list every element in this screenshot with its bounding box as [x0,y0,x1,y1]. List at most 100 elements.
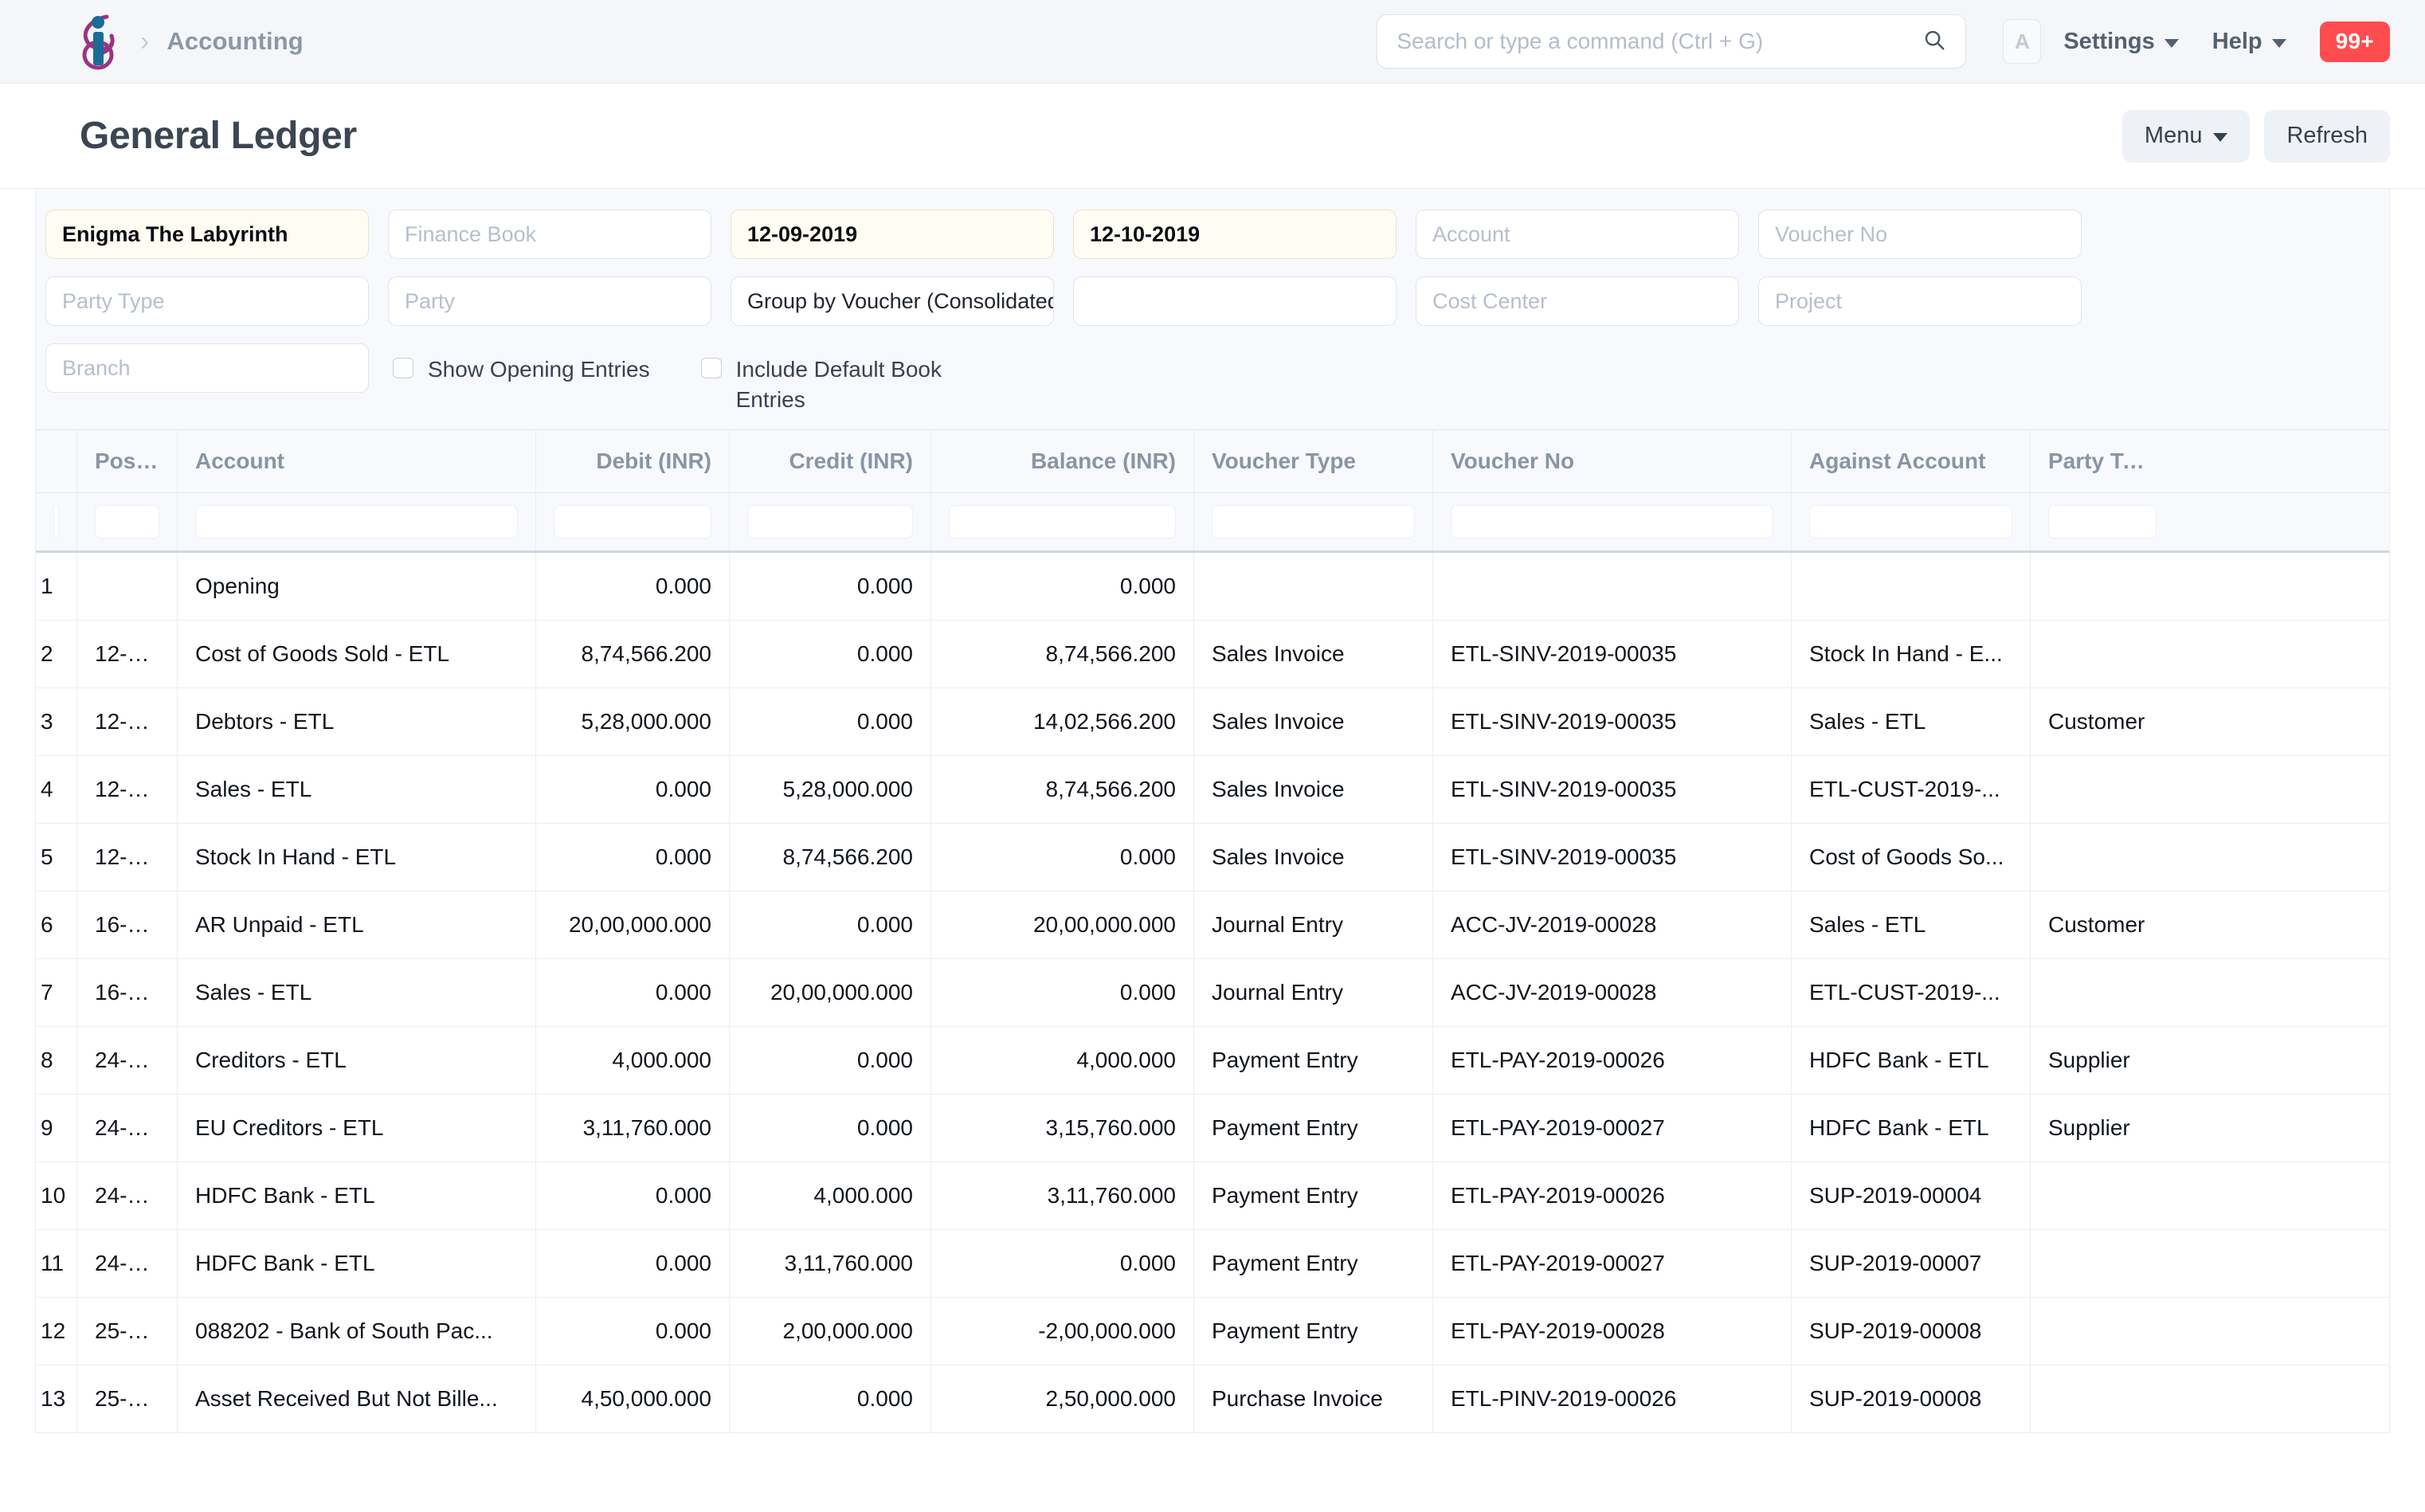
avatar[interactable]: A [2003,19,2041,64]
menu-button[interactable]: Menu [2122,110,2251,163]
filter-from-date[interactable]: 12-09-2019 [731,210,1054,259]
table-row[interactable]: 1024-09-2019HDFC Bank - ETL0.0004,000.00… [36,1162,2389,1230]
column-filter-voucher-no[interactable] [1433,493,1792,550]
column-header-balance[interactable]: Balance (INR) [931,430,1194,492]
cell-voucher-no[interactable]: ACC-JV-2019-00028 [1433,959,1792,1026]
cell-voucher-type: Sales Invoice [1194,688,1433,755]
column-header-posting-date[interactable]: Posting D... [77,430,178,492]
table-row[interactable]: 1Opening0.0000.0000.000 [36,553,2389,621]
column-filter-index[interactable] [36,493,77,550]
cell-account[interactable]: Opening [178,553,536,620]
filter-project[interactable]: Project [1758,276,2082,326]
column-header-index[interactable] [36,430,77,492]
cell-voucher-no[interactable]: ETL-PAY-2019-00026 [1433,1027,1792,1094]
cell-voucher-no[interactable]: ETL-SINV-2019-00035 [1433,824,1792,891]
filter-party[interactable]: Party [388,276,711,326]
filter-box[interactable] [747,505,913,539]
filter-box[interactable] [95,505,159,539]
cell-voucher-no[interactable]: ETL-PAY-2019-00027 [1433,1230,1792,1297]
settings-menu[interactable]: Settings [2063,29,2178,55]
cell-account[interactable]: Sales - ETL [178,959,536,1026]
cell-account[interactable]: Sales - ETL [178,756,536,823]
table-row[interactable]: 616-09-2019AR Unpaid - ETL20,00,000.0000… [36,891,2389,959]
cell-account[interactable]: HDFC Bank - ETL [178,1230,536,1297]
cell-account[interactable]: 088202 - Bank of South Pac... [178,1298,536,1365]
filter-company[interactable]: Enigma The Labyrinth [45,210,369,259]
column-filter-party-type[interactable] [2031,493,2174,550]
filter-group-by[interactable]: Group by Voucher (Consolidated) [731,276,1054,326]
app-logo-icon[interactable] [76,12,119,71]
filter-box[interactable] [53,505,59,539]
cell-voucher-no[interactable]: ETL-PAY-2019-00027 [1433,1095,1792,1161]
table-row[interactable]: 924-09-2019EU Creditors - ETL3,11,760.00… [36,1095,2389,1162]
table-row[interactable]: 1325-09-2019Asset Received But Not Bille… [36,1365,2389,1433]
cell-text: ETL-SINV-2019-00035 [1451,641,1773,667]
checkbox-include-default-book-entries[interactable]: Include Default Book Entries [701,343,999,415]
column-filter-voucher-type[interactable] [1194,493,1433,550]
checkbox-show-opening-entries[interactable]: Show Opening Entries [393,343,650,385]
cell-voucher-no[interactable]: ACC-JV-2019-00028 [1433,891,1792,958]
checkbox-icon[interactable] [393,358,413,378]
table-row[interactable]: 1124-09-2019HDFC Bank - ETL0.0003,11,760… [36,1230,2389,1298]
table-row[interactable]: 1225-09-2019088202 - Bank of South Pac..… [36,1298,2389,1365]
filter-cost-center[interactable]: Cost Center [1416,276,1739,326]
filter-box[interactable] [554,505,711,539]
cell-voucher-no[interactable]: ETL-SINV-2019-00035 [1433,688,1792,755]
cell-voucher-no[interactable] [1433,553,1792,620]
cell-account[interactable]: Cost of Goods Sold - ETL [178,621,536,687]
filter-box[interactable] [1451,505,1773,539]
cell-voucher-no[interactable]: ETL-SINV-2019-00035 [1433,756,1792,823]
settings-label: Settings [2063,29,2154,55]
refresh-button[interactable]: Refresh [2264,110,2390,163]
table-row[interactable]: 312-09-2019Debtors - ETL5,28,000.0000.00… [36,688,2389,756]
filter-box[interactable] [949,505,1176,539]
cell-account[interactable]: Debtors - ETL [178,688,536,755]
column-filter-account[interactable] [178,493,536,550]
breadcrumb-accounting[interactable]: Accounting [166,27,304,56]
checkbox-icon[interactable] [701,358,722,378]
filter-party-type[interactable]: Party Type [45,276,369,326]
cell-voucher-no[interactable]: ETL-PAY-2019-00028 [1433,1298,1792,1365]
filter-blank[interactable] [1073,276,1397,326]
filter-to-date[interactable]: 12-10-2019 [1073,210,1397,259]
column-filter-posting-date[interactable] [77,493,178,550]
cell-account[interactable]: Stock In Hand - ETL [178,824,536,891]
table-row[interactable]: 824-09-2019Creditors - ETL4,000.0000.000… [36,1027,2389,1095]
column-header-party-type[interactable]: Party Type [2031,430,2174,492]
table-row[interactable]: 512-09-2019Stock In Hand - ETL0.0008,74,… [36,824,2389,891]
column-header-credit[interactable]: Credit (INR) [730,430,931,492]
column-filter-debit[interactable] [536,493,730,550]
search-input[interactable] [1397,29,1914,54]
cell-account[interactable]: HDFC Bank - ETL [178,1162,536,1229]
filter-finance-book[interactable]: Finance Book [388,210,711,259]
column-filter-credit[interactable] [730,493,931,550]
help-menu[interactable]: Help [2212,29,2286,55]
column-header-against-account[interactable]: Against Account [1792,430,2031,492]
cell-account[interactable]: Creditors - ETL [178,1027,536,1094]
column-header-debit[interactable]: Debit (INR) [536,430,730,492]
cell-account[interactable]: EU Creditors - ETL [178,1095,536,1161]
filter-voucher-no[interactable]: Voucher No [1758,210,2082,259]
cell-account[interactable]: AR Unpaid - ETL [178,891,536,958]
notification-badge[interactable]: 99+ [2320,22,2390,62]
column-filter-balance[interactable] [931,493,1194,550]
column-header-voucher-type[interactable]: Voucher Type [1194,430,1433,492]
filter-box[interactable] [2048,505,2157,539]
cell-voucher-no[interactable]: ETL-SINV-2019-00035 [1433,621,1792,687]
column-header-voucher-no[interactable]: Voucher No [1433,430,1792,492]
filter-account[interactable]: Account [1416,210,1739,259]
table-row[interactable]: 716-09-2019Sales - ETL0.00020,00,000.000… [36,959,2389,1027]
filter-box[interactable] [1212,505,1415,539]
filter-branch[interactable]: Branch [45,343,369,393]
table-row[interactable]: 412-09-2019Sales - ETL0.0005,28,000.0008… [36,756,2389,824]
table-row[interactable]: 212-09-2019Cost of Goods Sold - ETL8,74,… [36,621,2389,688]
cell-voucher-no[interactable]: ETL-PINV-2019-00026 [1433,1365,1792,1432]
column-filter-against-account[interactable] [1792,493,2031,550]
filter-box[interactable] [1809,505,2012,539]
cell-voucher-no[interactable]: ETL-PAY-2019-00026 [1433,1162,1792,1229]
column-header-account[interactable]: Account [178,430,536,492]
cell-account[interactable]: Asset Received But Not Bille... [178,1365,536,1432]
filter-box[interactable] [195,505,518,539]
global-search[interactable] [1377,14,1966,69]
search-icon[interactable] [1922,28,1946,56]
